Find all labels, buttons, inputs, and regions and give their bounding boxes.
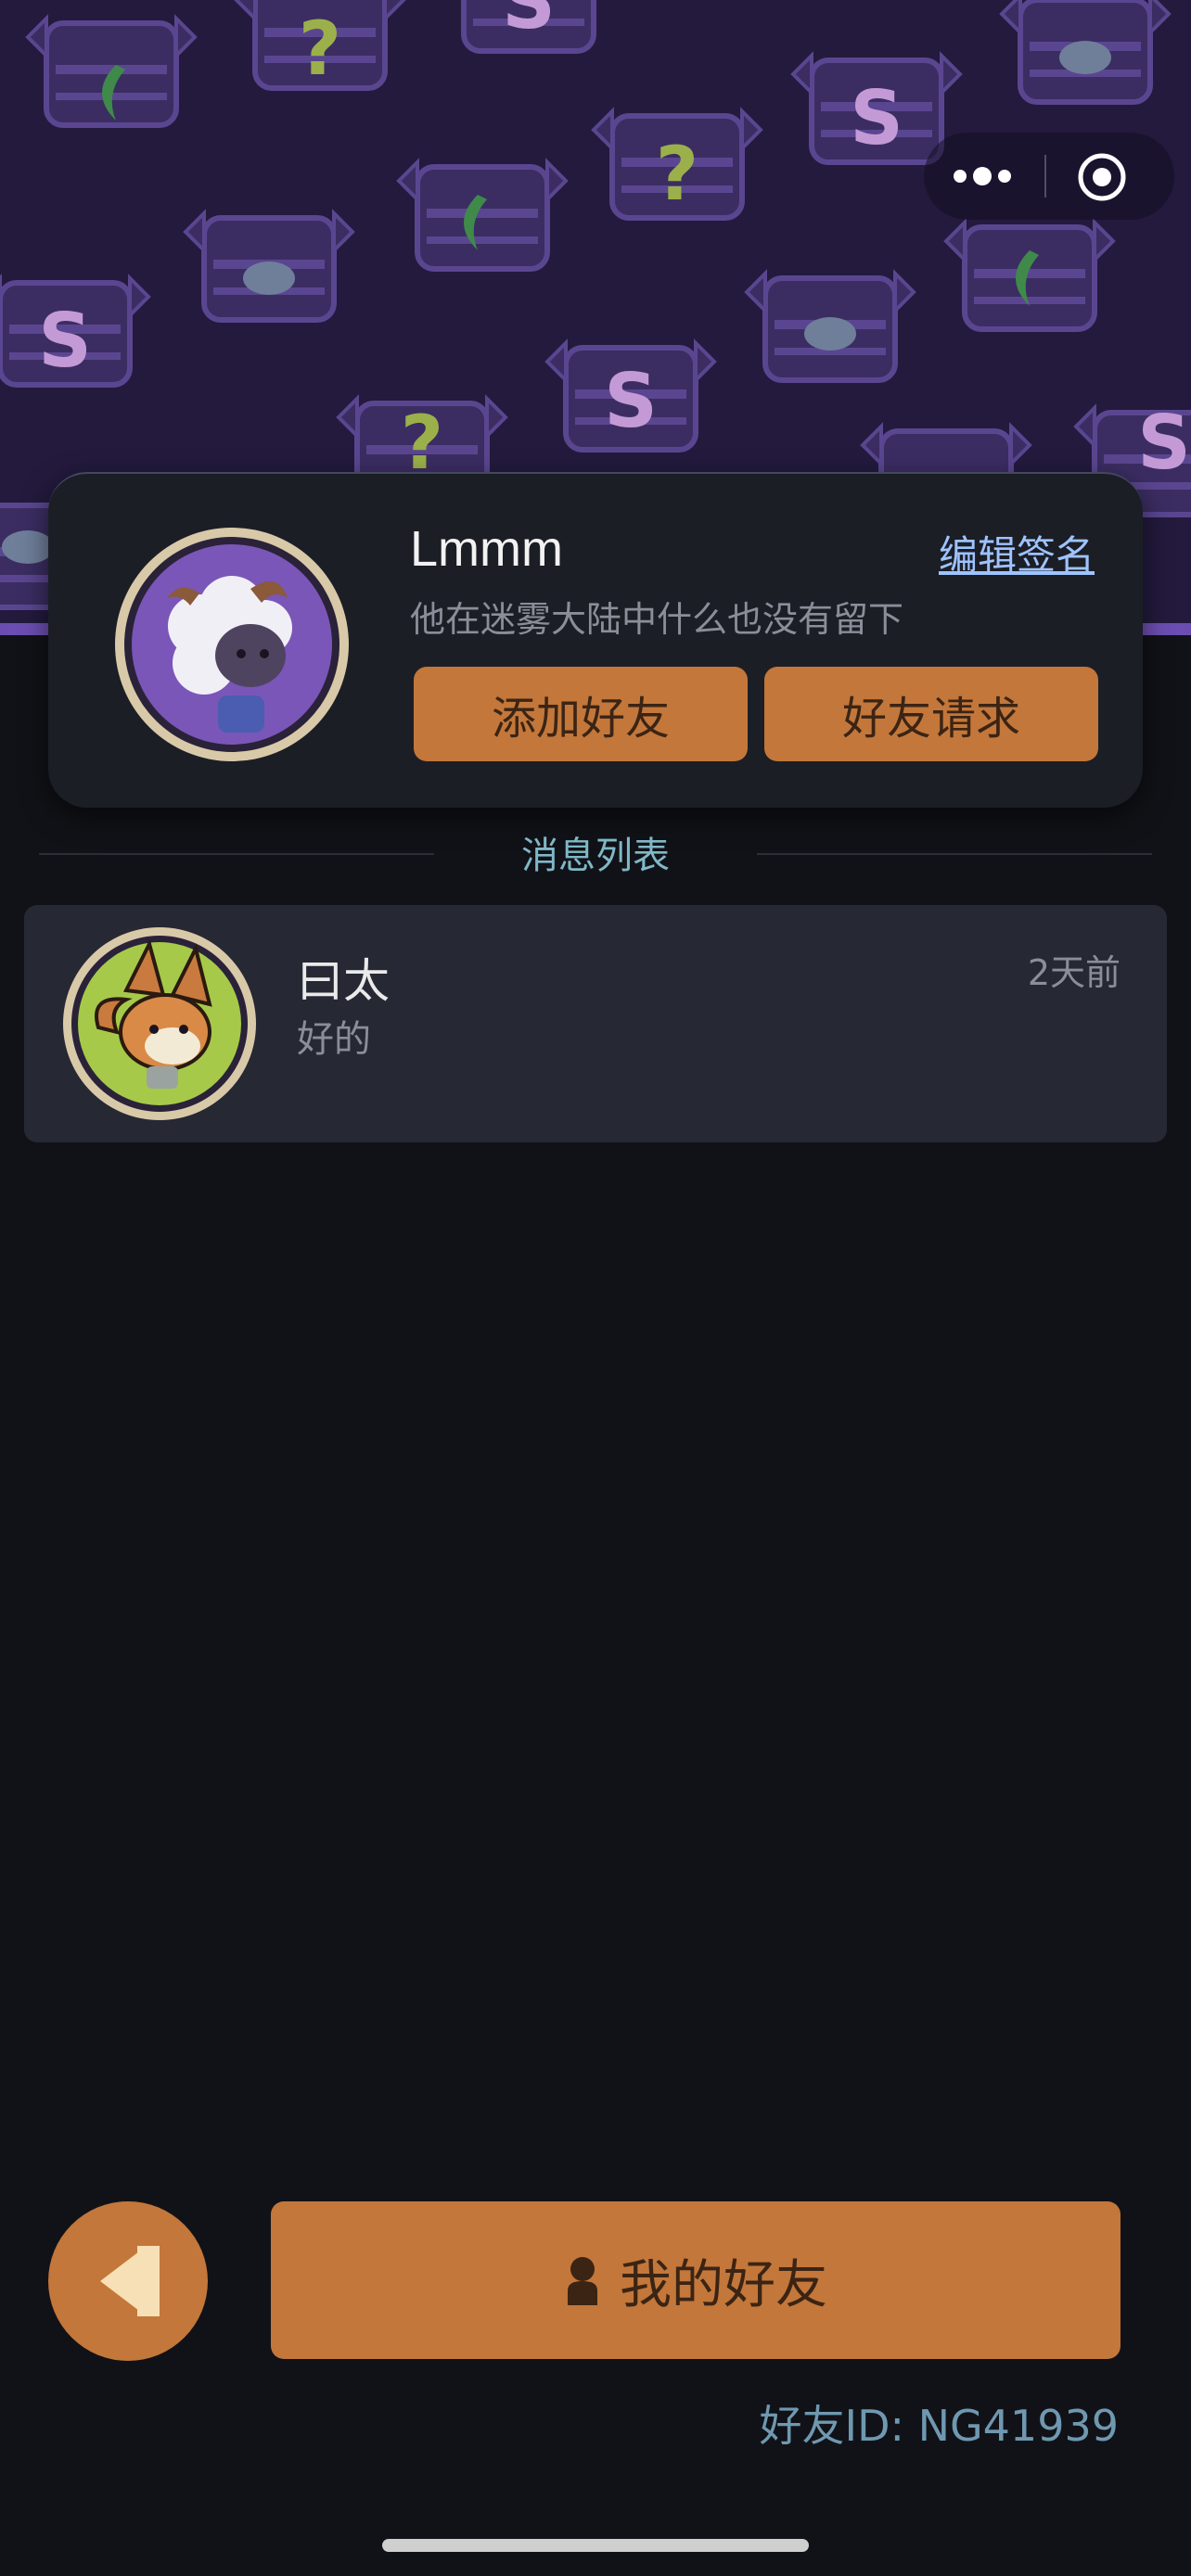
edit-signature-link[interactable]: 编辑签名	[939, 524, 1095, 580]
svg-text:S: S	[604, 358, 658, 444]
more-dots-icon[interactable]	[950, 157, 1015, 196]
message-list-title: 消息列表	[521, 835, 670, 877]
svg-text:S: S	[502, 0, 556, 45]
svg-text:S: S	[1137, 400, 1191, 486]
profile-card: Lmmm 编辑签名 他在迷雾大陆中什么也没有留下 添加好友 好友请求	[48, 472, 1143, 808]
pattern-chest-orb	[186, 213, 352, 320]
message-sender-name: 曰太	[297, 954, 390, 1008]
friends-screen: ? S S S ? S ? S Lmmm 编辑签名 他在迷雾大陆中什么也没有留下…	[0, 0, 1191, 2576]
svg-text:?: ?	[656, 131, 698, 217]
section-divider-right	[757, 853, 1152, 855]
sheep-avatar-icon[interactable]	[111, 524, 352, 765]
pattern-chest-question: ?	[594, 111, 761, 218]
pattern-chest-question: ?	[237, 0, 403, 92]
back-arrow-icon	[100, 2246, 160, 2316]
pattern-chest-gem	[399, 162, 566, 269]
pattern-chest-gem	[946, 223, 1113, 329]
pattern-chest-s: S	[0, 278, 148, 385]
my-friends-button[interactable]: 我的好友	[271, 2201, 1121, 2359]
pattern-chest-s: S	[547, 343, 714, 450]
message-list-item[interactable]: 曰太 好的 2天前	[24, 905, 1167, 1142]
pattern-chest-orb	[1002, 0, 1169, 102]
profile-name: Lmmm	[410, 521, 563, 577]
person-icon	[568, 2257, 597, 2305]
svg-text:S: S	[850, 75, 903, 161]
pattern-chest-s: S	[445, 0, 612, 51]
friend-id: 好友ID: NG41939	[759, 2401, 1120, 2451]
profile-signature: 他在迷雾大陆中什么也没有留下	[410, 599, 904, 640]
message-preview: 好的	[297, 1018, 371, 1061]
capsule-divider	[1044, 155, 1046, 198]
pattern-chest-gem	[28, 19, 195, 125]
add-friend-button[interactable]: 添加好友	[414, 667, 748, 761]
record-target-icon[interactable]	[1076, 151, 1128, 203]
home-indicator	[382, 2539, 809, 2552]
my-friends-label: 我的好友	[620, 2254, 827, 2315]
back-button[interactable]	[48, 2201, 208, 2361]
svg-text:S: S	[38, 298, 92, 384]
fox-avatar-icon	[63, 927, 256, 1120]
message-time: 2天前	[1027, 952, 1121, 993]
mini-program-capsule	[924, 133, 1174, 220]
friend-request-button[interactable]: 好友请求	[764, 667, 1098, 761]
pattern-chest-orb	[747, 274, 914, 380]
svg-text:?: ?	[299, 6, 341, 92]
